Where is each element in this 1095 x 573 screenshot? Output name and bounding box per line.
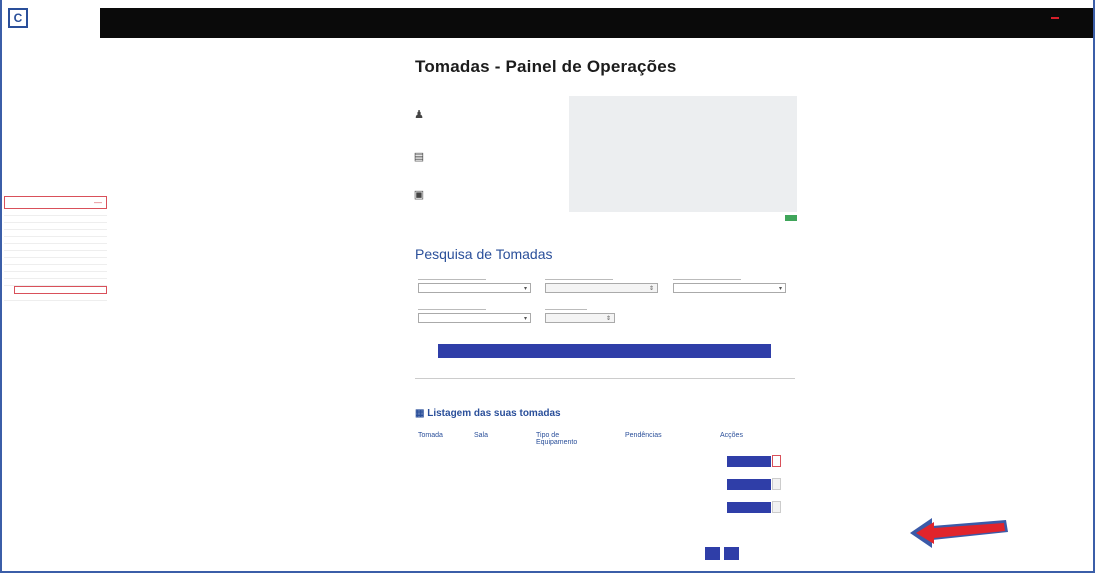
filter-field: ⇕ — [545, 309, 615, 323]
collapse-icon: — — [94, 198, 102, 207]
top-navbar: C — [0, 0, 1095, 40]
filter-field: ▾ — [418, 309, 531, 323]
row-dropdown-toggle[interactable] — [772, 455, 781, 467]
col-header-tipo: Tipo de Equipamento — [536, 432, 578, 446]
sidebar-item-active[interactable] — [14, 286, 107, 294]
filter-select[interactable]: ▾ — [418, 313, 531, 323]
sidebar-item[interactable] — [4, 244, 107, 251]
op-register-equipment[interactable]: ▤ — [413, 150, 435, 163]
divider — [415, 378, 795, 379]
sidebar-item[interactable] — [4, 279, 107, 286]
operations-notes — [569, 96, 797, 212]
sidebar-item[interactable] — [4, 258, 107, 265]
page-title: Tomadas - Painel de Operações — [415, 57, 677, 76]
new-request-button[interactable] — [785, 215, 797, 221]
filter-label — [545, 279, 613, 280]
logo-icon: C — [8, 8, 28, 28]
col-header-accoes: Acções — [720, 432, 743, 439]
search-title: Pesquisa de Tomadas — [415, 246, 553, 262]
list-title-text: Listagem das suas tomadas — [427, 408, 561, 419]
list-icon: ▦ — [415, 408, 425, 419]
document-icon: ▣ — [413, 188, 425, 201]
sidebar-item[interactable] — [4, 216, 107, 223]
sidebar-section-toggle[interactable]: — — [4, 196, 107, 209]
row-action-button[interactable] — [727, 502, 771, 513]
row-dropdown-toggle[interactable] — [772, 478, 781, 490]
user-icon: ♟ — [414, 108, 424, 121]
sidebar-item[interactable] — [4, 251, 107, 258]
filter-field: ▾ — [418, 279, 531, 293]
filter-label — [418, 279, 486, 280]
brand-logo[interactable]: C — [8, 8, 67, 28]
filter-select[interactable]: ▾ — [673, 283, 786, 293]
col-header-tomada: Tomada — [418, 432, 443, 439]
pagination-next-button[interactable] — [724, 547, 739, 560]
stepper-icon: ⇕ — [648, 285, 654, 292]
sidebar-item[interactable] — [4, 272, 107, 279]
sidebar-item[interactable] — [4, 230, 107, 237]
filter-label — [673, 279, 741, 280]
op-help[interactable]: ▣ — [413, 188, 435, 201]
col-header-sala: Sala — [474, 432, 489, 439]
chevron-down-icon: ▾ — [778, 285, 782, 292]
annotation-arrow-icon — [910, 518, 1008, 548]
laptop-icon: ▤ — [413, 150, 425, 163]
chevron-down-icon: ▾ — [523, 285, 527, 292]
row-dropdown-toggle[interactable] — [772, 501, 781, 513]
operations-panel: ♟ ▤ ▣ — [413, 94, 797, 230]
list-title: ▦ Listagem das suas tomadas — [415, 408, 561, 419]
stepper-icon: ⇕ — [605, 315, 611, 322]
sidebar-item[interactable] — [4, 265, 107, 272]
chevron-down-icon: ▾ — [523, 315, 527, 322]
filter-field: ▾ — [673, 279, 786, 293]
search-button[interactable] — [438, 344, 771, 358]
sidebar-item[interactable] — [4, 209, 107, 216]
alert-badge[interactable] — [1051, 17, 1059, 19]
row-action-button[interactable] — [727, 456, 771, 467]
sidebar: — — [4, 196, 107, 301]
sidebar-item[interactable] — [4, 223, 107, 230]
filter-field: ⇕ — [545, 279, 658, 293]
row-action-button[interactable] — [727, 479, 771, 490]
navbar-right — [1051, 17, 1095, 19]
sidebar-item[interactable] — [4, 237, 107, 244]
pagination-prev-button[interactable] — [705, 547, 720, 560]
filter-label — [545, 309, 587, 310]
filter-select[interactable]: ⇕ — [545, 313, 615, 323]
col-header-pendencias: Pendências — [625, 432, 662, 439]
sidebar-item[interactable] — [4, 294, 107, 301]
filter-label — [418, 309, 486, 310]
filter-select[interactable]: ⇕ — [545, 283, 658, 293]
filter-select[interactable]: ▾ — [418, 283, 531, 293]
navbar-dark-strip — [100, 8, 1095, 38]
op-request-activation[interactable]: ♟ — [413, 108, 435, 121]
